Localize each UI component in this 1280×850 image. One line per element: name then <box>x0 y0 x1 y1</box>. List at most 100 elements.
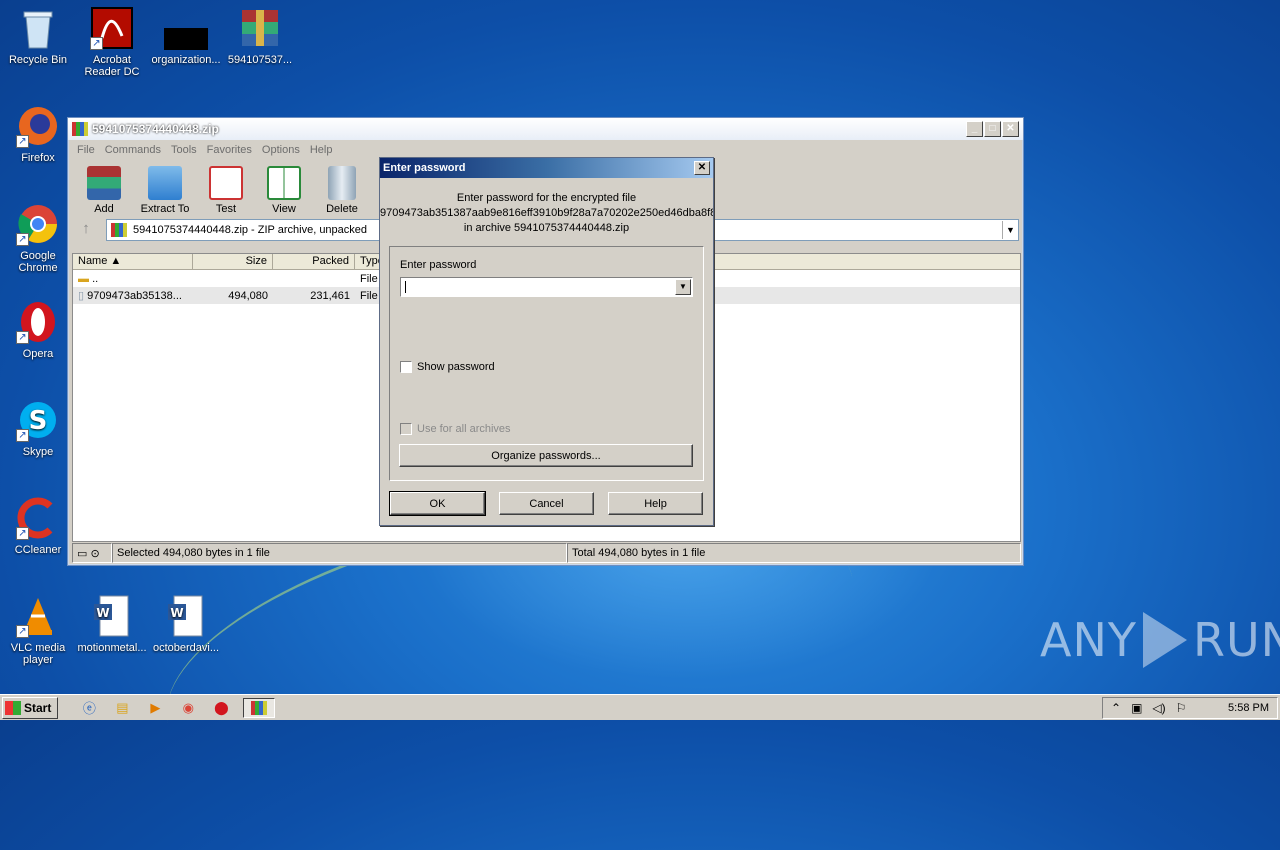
vlc-icon: ↗ <box>16 594 60 638</box>
status-total: Total 494,080 bytes in 1 file <box>567 543 1021 563</box>
zip-icon <box>111 223 127 237</box>
column-size[interactable]: Size <box>193 254 273 269</box>
windows-logo-icon <box>5 700 21 715</box>
action-center-flag-icon[interactable]: ⚐ <box>1176 701 1187 715</box>
opera-taskbar-icon[interactable]: ⬤ <box>210 698 232 718</box>
desktop-icon-octoberdavi[interactable]: W octoberdavi... <box>148 594 224 654</box>
test-button[interactable]: Test <box>200 166 252 218</box>
column-packed[interactable]: Packed <box>273 254 355 269</box>
text-caret <box>405 281 406 293</box>
show-password-label: Show password <box>417 361 495 373</box>
desktop-icon-opera[interactable]: ↗ Opera <box>0 300 76 360</box>
ok-button[interactable]: OK <box>389 491 486 516</box>
winrar-icon <box>72 122 88 136</box>
desktop-icon-label: octoberdavi... <box>152 642 220 654</box>
start-label: Start <box>24 700 52 715</box>
view-button[interactable]: View <box>258 166 310 218</box>
chrome-taskbar-icon[interactable]: ◉ <box>177 698 199 718</box>
watermark-left: ANY <box>1040 613 1137 667</box>
status-selected: Selected 494,080 bytes in 1 file <box>112 543 567 563</box>
up-arrow-icon[interactable]: ↑ <box>72 219 100 241</box>
media-player-icon[interactable]: ▶ <box>144 698 166 718</box>
show-password-checkbox[interactable]: Show password <box>400 361 495 373</box>
winrar-taskbar-icon[interactable] <box>243 697 276 718</box>
watermark-right: RUN <box>1192 613 1280 667</box>
statusbar: ▭ ⊙ Selected 494,080 bytes in 1 file Tot… <box>72 543 1021 563</box>
desktop-icon-motionmetal[interactable]: W motionmetal... <box>74 594 150 654</box>
window-titlebar[interactable]: 5941075374440448.zip _ □ ✕ <box>68 118 1023 140</box>
view-book-icon <box>267 166 301 200</box>
black-file-icon <box>164 6 210 50</box>
organize-passwords-button[interactable]: Organize passwords... <box>399 444 693 467</box>
help-button[interactable]: Help <box>608 492 703 515</box>
desktop-icon-label: Acrobat Reader DC <box>84 54 140 78</box>
play-icon <box>1142 612 1187 668</box>
menu-help[interactable]: Help <box>305 144 338 156</box>
desktop-icon-recycle-bin[interactable]: Recycle Bin <box>0 6 76 66</box>
chevron-down-icon[interactable]: ▼ <box>1002 221 1018 239</box>
drive-icon[interactable]: ▭ ⊙ <box>72 543 112 563</box>
ie-icon[interactable]: ⓔ <box>78 698 100 718</box>
shortcut-arrow-icon: ↗ <box>16 429 29 442</box>
desktop-icon-label: Google Chrome <box>18 250 58 274</box>
desktop-icon-label: Opera <box>22 348 54 360</box>
word-doc-icon: W <box>90 594 134 638</box>
password-dialog: Enter password ✕ Enter password for the … <box>379 157 714 526</box>
password-input[interactable]: ▼ <box>400 277 693 297</box>
svg-text:W: W <box>170 606 183 620</box>
ccleaner-icon: ↗ <box>16 496 60 540</box>
shortcut-arrow-icon: ↗ <box>90 37 103 50</box>
desktop-icon-ccleaner[interactable]: ↗ CCleaner <box>0 496 76 556</box>
word-doc-icon: W <box>164 594 208 638</box>
dialog-close-button[interactable]: ✕ <box>694 161 710 175</box>
use-for-all-label: Use for all archives <box>417 423 511 435</box>
column-name[interactable]: Name ▲ <box>73 254 193 269</box>
system-tray: ⌃ ▣ ◁) ⚐ 5:58 PM <box>1102 697 1278 719</box>
menu-tools[interactable]: Tools <box>166 144 202 156</box>
desktop-icon-firefox[interactable]: ↗ Firefox <box>0 104 76 164</box>
opera-icon: ↗ <box>16 300 60 344</box>
menu-options[interactable]: Options <box>257 144 305 156</box>
dialog-titlebar[interactable]: Enter password ✕ <box>380 158 713 178</box>
add-button[interactable]: Add <box>78 166 130 218</box>
file-icon: ▯ <box>78 290 85 302</box>
desktop-icon-label: Firefox <box>21 152 55 164</box>
volume-icon[interactable]: ◁) <box>1152 701 1165 715</box>
desktop-icon-organization[interactable]: organization... <box>148 6 224 66</box>
delete-button[interactable]: Delete <box>316 166 368 218</box>
desktop-icon-label: organization... <box>151 54 221 66</box>
minimize-button[interactable]: _ <box>966 121 983 137</box>
chrome-icon: ↗ <box>16 202 60 246</box>
test-label: Test <box>215 203 237 215</box>
explorer-folder-icon[interactable]: ▤ <box>111 698 133 718</box>
extract-folder-icon <box>148 166 182 200</box>
chevron-down-icon[interactable]: ▼ <box>675 279 691 295</box>
shortcut-arrow-icon: ↗ <box>16 233 29 246</box>
row-name: ▯ 9709473ab35138... <box>78 290 182 302</box>
firefox-icon: ↗ <box>16 104 60 148</box>
desktop-icon-chrome[interactable]: ↗ Google Chrome <box>0 202 76 274</box>
checkbox-box <box>400 361 412 373</box>
menu-file[interactable]: File <box>72 144 100 156</box>
menu-favorites[interactable]: Favorites <box>202 144 257 156</box>
desktop-icon-archive[interactable]: 594107537... <box>222 6 298 66</box>
close-button[interactable]: ✕ <box>1002 121 1019 137</box>
menu-commands[interactable]: Commands <box>100 144 166 156</box>
show-hidden-icons-icon[interactable]: ⌃ <box>1111 701 1121 715</box>
desktop-icon-acrobat[interactable]: ↗ Acrobat Reader DC <box>74 6 150 78</box>
extract-to-label: Extract To <box>140 203 190 215</box>
add-label: Add <box>94 203 114 215</box>
address-text: 5941075374440448.zip - ZIP archive, unpa… <box>133 224 368 236</box>
recycle-bin-icon <box>16 6 60 50</box>
clock[interactable]: 5:58 PM <box>1228 702 1269 714</box>
maximize-button[interactable]: □ <box>984 121 1001 137</box>
test-icon <box>209 166 243 200</box>
start-button[interactable]: Start <box>2 696 59 719</box>
row-size: 494,080 <box>228 289 268 302</box>
desktop-icon-vlc[interactable]: ↗ VLC media player <box>0 594 76 666</box>
cancel-button[interactable]: Cancel <box>499 492 594 515</box>
dialog-message-archive: in archive 5941075374440448.zip <box>463 222 630 234</box>
extract-to-button[interactable]: Extract To <box>136 166 194 218</box>
network-icon[interactable]: ▣ <box>1131 701 1142 715</box>
desktop-icon-skype[interactable]: S ↗ Skype <box>0 398 76 458</box>
